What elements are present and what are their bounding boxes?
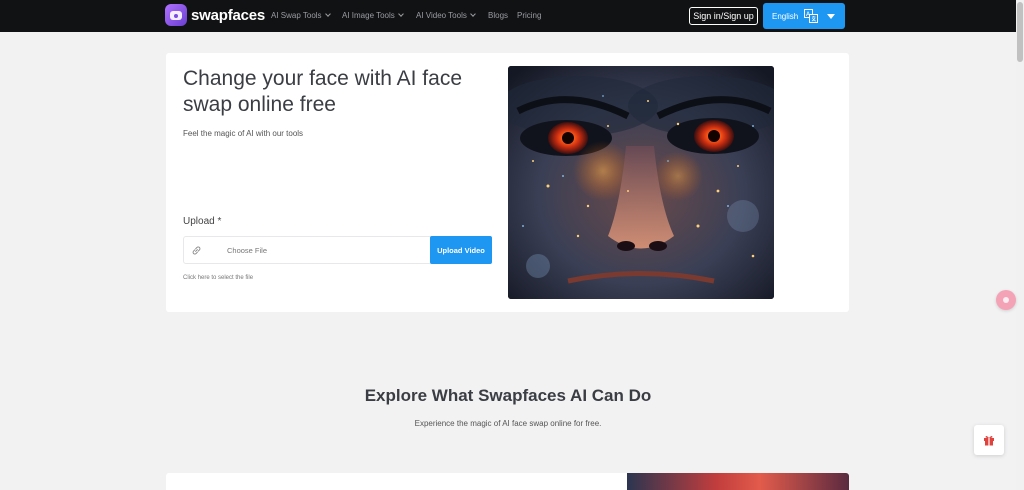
top-navbar: swapfaces AI Swap Tools AI Image Tools A… [0,0,1016,32]
nav-label: AI Image Tools [342,11,395,20]
nav-ai-swap-tools[interactable]: AI Swap Tools [271,11,331,20]
nav-ai-video-tools[interactable]: AI Video Tools [416,11,476,20]
nav-ai-image-tools[interactable]: AI Image Tools [342,11,404,20]
file-placeholder: Choose File [227,246,268,255]
chevron-down-icon [324,11,331,17]
hero-card: Change your face with AI face swap onlin… [166,53,849,312]
chevron-down-icon [470,11,476,17]
caret-down-icon [827,14,835,19]
nav-pricing[interactable]: Pricing [517,11,541,20]
face-illustration [508,66,774,299]
chevron-down-icon [397,11,404,17]
upload-hint: Click here to select the file [183,275,254,281]
language-label: English [772,12,799,21]
explore-title: Explore What Swapfaces AI Can Do [364,386,652,405]
translate-icon: A [804,9,818,23]
language-selector[interactable]: English A [763,3,845,29]
feature-card-image [627,473,849,490]
hero-subtitle: Feel the magic of AI with our tools [183,129,304,138]
gift-icon [984,435,994,446]
nav-blogs[interactable]: Blogs [488,11,508,20]
explore-subtitle: Experience the magic of AI face swap onl… [414,419,602,428]
signin-button[interactable]: Sign in/Sign up [689,7,758,25]
nav-label: Blogs [488,11,509,20]
logo-text: swapfaces [191,6,266,24]
upload-label: Upload * [183,216,222,227]
floating-assistant-button[interactable] [996,290,1016,310]
hero-face-image [508,66,774,299]
hero-title: Change your face with AI face swap onlin… [183,67,462,116]
scrollbar-thumb[interactable] [1017,2,1023,62]
logo-icon [165,4,187,26]
nav-label: AI Swap Tools [271,11,322,20]
site-logo[interactable]: swapfaces [165,4,265,26]
nav-label: Pricing [517,11,542,20]
feature-card [166,473,849,490]
nav-label: AI Video Tools [416,11,467,20]
upload-video-button[interactable]: Upload Video [430,236,492,264]
page-scrollbar[interactable] [1016,0,1024,490]
link-icon [192,246,201,255]
gift-button[interactable] [974,425,1004,455]
file-upload-field[interactable]: Choose File Upload Video [183,236,492,264]
